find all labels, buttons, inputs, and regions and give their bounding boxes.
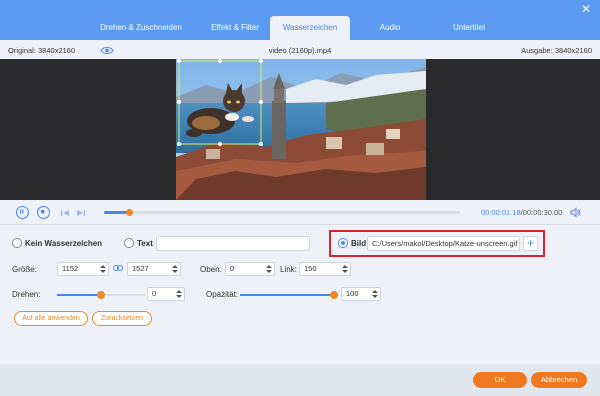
left-label: Link: — [280, 265, 297, 274]
original-resolution: Original: 3840x2160 — [8, 46, 76, 55]
opacity-label: Opazität: — [206, 290, 239, 299]
stop-icon — [40, 209, 45, 214]
text-watermark-radio[interactable] — [124, 238, 134, 248]
tab-rotate-crop[interactable]: Drehen & Zuschneiden — [88, 16, 194, 40]
opacity-slider-knob[interactable] — [330, 291, 338, 299]
left-value: 150 — [304, 264, 317, 273]
stepper-arrows-icon[interactable] — [100, 264, 106, 274]
rotate-slider-knob[interactable] — [97, 291, 105, 299]
stepper-arrows-icon[interactable] — [172, 264, 178, 274]
footer-bar: OK Abbrechen — [0, 364, 600, 396]
top-value: 0 — [230, 264, 235, 273]
height-value: 1527 — [132, 264, 149, 273]
rotate-slider-fill — [57, 294, 101, 296]
pause-icon — [19, 209, 24, 214]
next-frame-icon[interactable] — [76, 208, 86, 218]
cancel-button[interactable]: Abbrechen — [531, 372, 587, 388]
previous-frame-icon[interactable] — [60, 208, 70, 218]
time-total: 00:00:30.00 — [522, 208, 563, 217]
close-icon[interactable]: ✕ — [580, 3, 592, 15]
rotate-value: 0 — [152, 289, 157, 298]
tab-subtitles[interactable]: Untertitel — [436, 16, 502, 40]
time-display: 00:00:01.18/00:00:30.00 — [481, 208, 562, 217]
tab-watermark[interactable]: Wasserzeichen — [270, 16, 350, 40]
plus-icon: + — [526, 236, 534, 250]
video-frame — [176, 59, 426, 200]
pause-button[interactable] — [16, 206, 29, 219]
link-icon[interactable] — [113, 264, 123, 272]
volume-icon[interactable] — [570, 207, 581, 218]
output-resolution: Ausgabe: 3840x2160 — [521, 46, 592, 55]
stop-button[interactable] — [37, 206, 50, 219]
add-image-button[interactable]: + — [523, 236, 538, 251]
left-stepper[interactable]: 150 — [299, 262, 351, 276]
info-bar: Original: 3840x2160 video (2160p).mp4 Au… — [0, 44, 600, 58]
tab-bar: Drehen & Zuschneiden Effekt & Filter Was… — [0, 16, 600, 40]
stepper-arrows-icon[interactable] — [266, 264, 272, 274]
stepper-arrows-icon[interactable] — [342, 264, 348, 274]
progress-track[interactable] — [104, 209, 460, 216]
file-name: video (2160p).mp4 — [268, 46, 332, 55]
header-bar: ✕ Drehen & Zuschneiden Effekt & Filter W… — [0, 0, 600, 40]
opacity-value: 100 — [346, 289, 359, 298]
video-editor-window: ✕ Drehen & Zuschneiden Effekt & Filter W… — [0, 0, 600, 396]
player-controls: 00:00:01.18/00:00:30.00 — [0, 202, 600, 224]
time-current: 00:00:01.18 — [481, 208, 521, 217]
opacity-slider-fill — [240, 294, 338, 296]
no-watermark-radio[interactable] — [12, 238, 22, 248]
tab-audio[interactable]: Audio — [360, 16, 420, 40]
no-watermark-label: Kein Wasserzeichen — [25, 239, 103, 248]
divider — [0, 224, 600, 225]
rotate-label: Drehen: — [12, 290, 41, 299]
top-label: Oben: — [200, 265, 222, 274]
stepper-arrows-icon[interactable] — [176, 289, 182, 299]
text-watermark-label: Text — [137, 239, 153, 248]
ok-button[interactable]: OK — [473, 372, 527, 388]
image-watermark-radio[interactable] — [338, 238, 348, 248]
rotate-slider[interactable] — [57, 291, 145, 299]
stepper-arrows-icon[interactable] — [372, 289, 378, 299]
video-preview — [0, 59, 600, 200]
top-stepper[interactable]: 0 — [225, 262, 275, 276]
width-value: 1152 — [62, 264, 79, 273]
width-stepper[interactable]: 1152 — [57, 262, 109, 276]
tab-effect-filter[interactable]: Effekt & Filter — [194, 16, 276, 40]
size-label: Größe: — [12, 265, 37, 274]
image-watermark-label: Bild — [351, 239, 367, 248]
opacity-stepper[interactable]: 100 — [341, 287, 381, 301]
rotate-stepper[interactable]: 0 — [147, 287, 185, 301]
opacity-slider[interactable] — [240, 291, 338, 299]
apply-to-all-button[interactable]: Auf alle anwenden — [14, 311, 88, 326]
eye-icon[interactable] — [100, 46, 114, 55]
progress-knob[interactable] — [125, 209, 133, 216]
height-stepper[interactable]: 1527 — [127, 262, 181, 276]
watermark-text-input[interactable] — [156, 236, 310, 251]
reset-button[interactable]: Zurücksetzen — [92, 311, 152, 326]
image-path-field[interactable]: C:/Users/makol/Desktop/Katze-unscreen.gi… — [367, 236, 520, 251]
